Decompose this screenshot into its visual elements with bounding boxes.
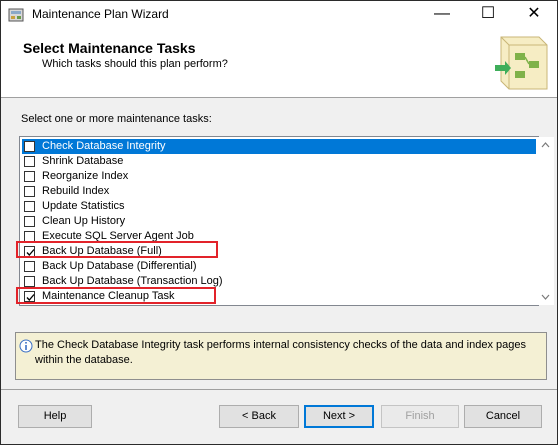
- maximize-button[interactable]: ☐: [465, 1, 511, 29]
- task-checklist[interactable]: Check Database Integrity Shrink Database…: [19, 136, 554, 306]
- help-button[interactable]: Help: [18, 405, 92, 428]
- close-button[interactable]: ✕: [511, 1, 557, 29]
- task-checkbox[interactable]: [24, 276, 35, 287]
- footer-divider: [1, 389, 557, 390]
- wizard-window: Maintenance Plan Wizard — ☐ ✕ Select Mai…: [0, 0, 558, 445]
- task-description-panel: The Check Database Integrity task perfor…: [15, 332, 547, 380]
- window-title: Maintenance Plan Wizard: [32, 7, 169, 21]
- task-item-label: Rebuild Index: [42, 185, 110, 197]
- finish-button[interactable]: Finish: [381, 405, 459, 428]
- task-item-label: Update Statistics: [42, 200, 125, 212]
- task-item-label: Shrink Database: [42, 155, 124, 167]
- list-scrollbar[interactable]: [537, 137, 554, 305]
- task-item-update-statistics[interactable]: Update Statistics: [22, 199, 536, 214]
- task-checkbox[interactable]: [24, 201, 35, 212]
- task-item-label: Back Up Database (Transaction Log): [42, 275, 223, 287]
- title-bar[interactable]: Maintenance Plan Wizard — ☐ ✕: [1, 1, 557, 29]
- task-item-clean-up-history[interactable]: Clean Up History: [22, 214, 536, 229]
- task-checkbox[interactable]: [24, 171, 35, 182]
- next-button[interactable]: Next >: [304, 405, 374, 428]
- back-button[interactable]: < Back: [219, 405, 299, 428]
- task-item-shrink-database[interactable]: Shrink Database: [22, 154, 536, 169]
- task-checkbox[interactable]: [24, 216, 35, 227]
- task-checkbox[interactable]: [24, 261, 35, 272]
- task-item-rebuild-index[interactable]: Rebuild Index: [22, 184, 536, 199]
- task-item-check-database-integrity[interactable]: Check Database Integrity: [22, 139, 536, 154]
- highlight-box-cleanup-task: [16, 287, 216, 304]
- task-checkbox[interactable]: [24, 141, 35, 152]
- wizard-header: Select Maintenance Tasks Which tasks sho…: [1, 29, 557, 98]
- task-description-text: The Check Database Integrity task perfor…: [35, 339, 526, 366]
- task-checkbox[interactable]: [24, 186, 35, 197]
- minimize-button[interactable]: —: [419, 1, 465, 29]
- task-item-label: Clean Up History: [42, 215, 126, 227]
- scroll-up-arrow-icon[interactable]: [537, 138, 554, 152]
- task-item-back-up-database-differential[interactable]: Back Up Database (Differential): [22, 259, 536, 274]
- highlight-box-full-backup: [16, 241, 218, 258]
- tasks-prompt-label: Select one or more maintenance tasks:: [21, 113, 212, 125]
- scroll-down-arrow-icon[interactable]: [537, 290, 554, 304]
- page-title: Select Maintenance Tasks: [23, 40, 196, 56]
- page-subtitle: Which tasks should this plan perform?: [42, 58, 228, 70]
- task-item-reorganize-index[interactable]: Reorganize Index: [22, 169, 536, 184]
- cancel-button[interactable]: Cancel: [464, 405, 542, 428]
- task-item-label: Reorganize Index: [42, 170, 129, 182]
- wizard-graphic-icon: [487, 31, 551, 95]
- task-checkbox[interactable]: [24, 156, 35, 167]
- task-item-label: Check Database Integrity: [42, 140, 166, 152]
- task-item-label: Back Up Database (Differential): [42, 260, 197, 272]
- app-icon: [8, 7, 24, 23]
- info-icon: [19, 339, 33, 353]
